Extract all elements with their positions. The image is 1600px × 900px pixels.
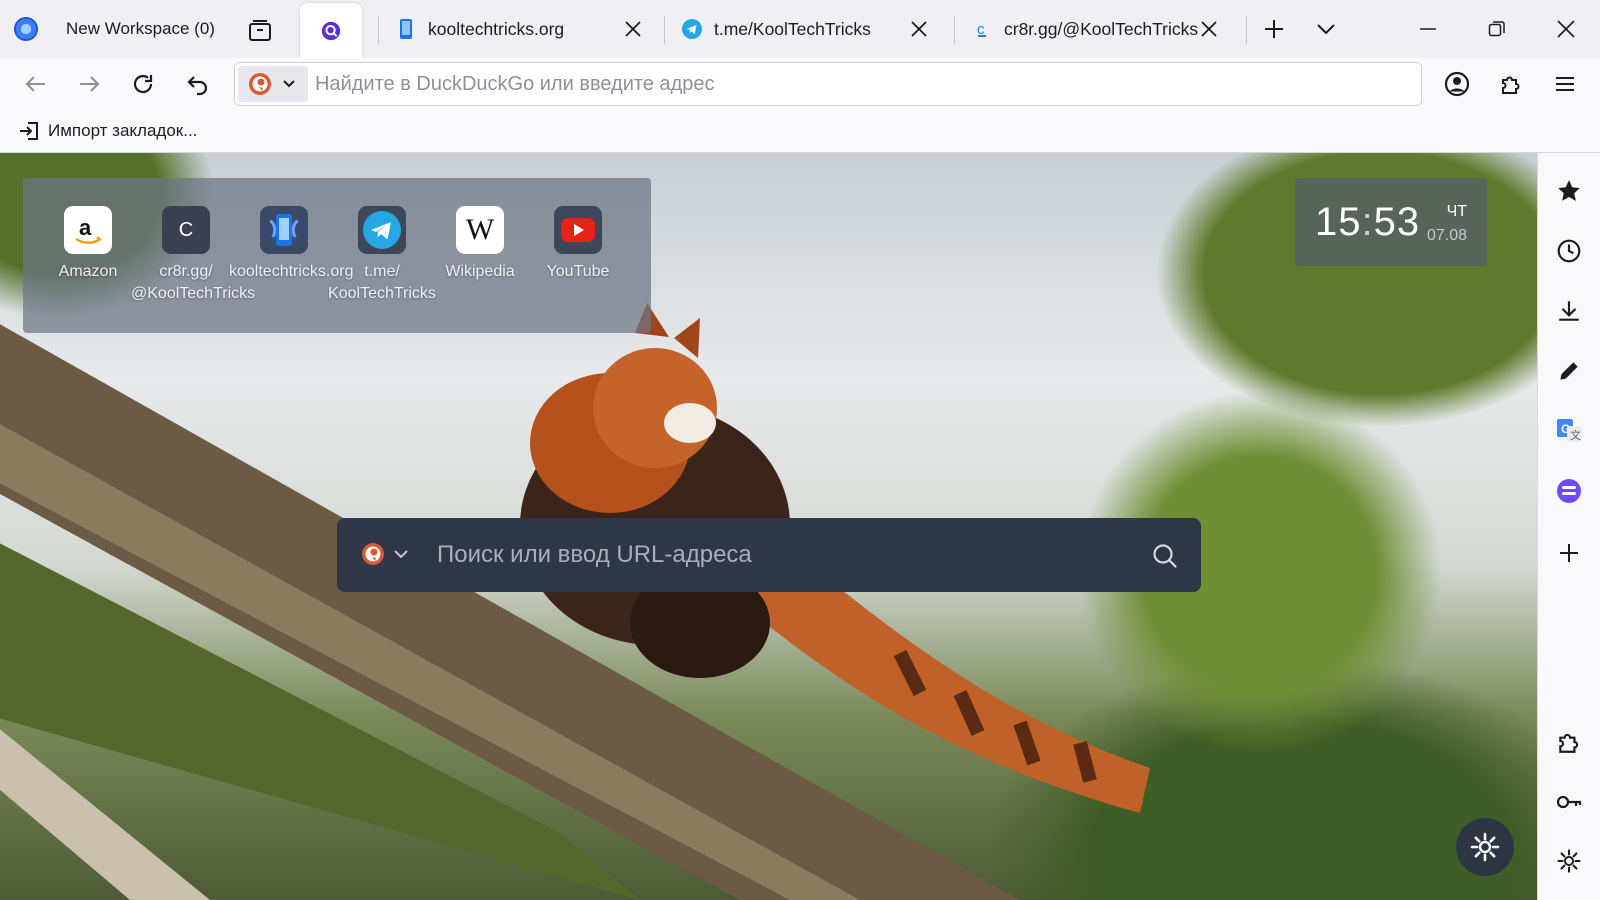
- clock-minutes: 53: [1373, 200, 1421, 244]
- tab-title: cr8r.gg/@KoolTechTricks: [1004, 18, 1199, 39]
- top-sites-panel: a Amazon C cr8r.gg/ @KoolTechTricks kool…: [23, 178, 651, 333]
- page-search-box: [337, 518, 1201, 592]
- tab-cr8r[interactable]: c cr8r.gg/@KoolTechTricks: [954, 0, 1230, 58]
- navigation-bar: [0, 58, 1600, 110]
- history-icon[interactable]: [1553, 235, 1585, 267]
- clock-widget: 15:53 ЧТ 07.08: [1295, 178, 1487, 266]
- new-tab-page: a Amazon C cr8r.gg/ @KoolTechTricks kool…: [0, 153, 1537, 900]
- shortcut-letter: W: [465, 213, 495, 246]
- extensions-puzzle-icon[interactable]: [1496, 69, 1526, 99]
- import-bookmarks-label: Импорт закладок...: [48, 121, 198, 140]
- search-input[interactable]: [437, 518, 1127, 592]
- shortcut-label: YouTube: [546, 263, 610, 280]
- forward-arrow-icon[interactable]: [74, 69, 104, 99]
- account-icon[interactable]: [1442, 69, 1472, 99]
- clock-time: 15:53: [1315, 200, 1420, 245]
- translate-icon[interactable]: G文: [1553, 415, 1585, 447]
- workspace-label[interactable]: New Workspace (0): [66, 19, 215, 39]
- tab-title: kooltechtricks.org: [428, 18, 565, 39]
- list-tabs-chevron-down-icon[interactable]: [1314, 17, 1338, 41]
- letter-c-icon: C: [162, 206, 210, 254]
- shortcut-letter: C: [178, 218, 194, 241]
- chevron-down-icon: [393, 546, 409, 562]
- pencil-icon[interactable]: [1553, 355, 1585, 387]
- search-engine-selector[interactable]: [238, 66, 308, 102]
- phone-icon: [260, 206, 308, 254]
- clock-separator: :: [1361, 200, 1374, 244]
- search-engine-selector[interactable]: [361, 542, 409, 566]
- minimize-icon[interactable]: [1416, 17, 1440, 41]
- close-tab-icon[interactable]: [622, 18, 644, 40]
- add-icon[interactable]: [1553, 537, 1585, 569]
- gear-icon[interactable]: [1553, 845, 1585, 877]
- import-bookmarks-button[interactable]: Импорт закладок...: [18, 120, 197, 142]
- shortcut-telegram[interactable]: t.me/ KoolTechTricks: [327, 206, 437, 305]
- shortcut-amazon[interactable]: a Amazon: [33, 206, 143, 283]
- lens-icon: [321, 21, 341, 41]
- shortcut-label: kooltechtricks.org: [229, 263, 354, 280]
- shortcut-wikipedia[interactable]: W Wikipedia: [425, 206, 535, 283]
- extensions-icon[interactable]: [1553, 726, 1585, 758]
- sidebar: G文: [1537, 153, 1600, 900]
- search-icon[interactable]: [1151, 542, 1179, 570]
- shortcut-youtube[interactable]: YouTube: [523, 206, 633, 283]
- proton-icon[interactable]: [1553, 475, 1585, 507]
- svg-text:a: a: [79, 215, 92, 240]
- close-tab-icon[interactable]: [1198, 18, 1220, 40]
- bookmarks-toolbar: Импорт закладок...: [0, 110, 1600, 153]
- shortcut-label: Wikipedia: [445, 263, 515, 280]
- address-bar: [234, 62, 1422, 106]
- tab-strip: New Workspace (0) kooltechtricks.org t.m…: [0, 0, 1600, 58]
- new-tab-icon[interactable]: [1262, 17, 1286, 41]
- telegram-icon: [682, 19, 702, 39]
- tab-separator: [1246, 16, 1247, 44]
- menu-hamburger-icon[interactable]: [1550, 69, 1580, 99]
- duckduckgo-icon: [361, 542, 385, 566]
- shortcut-kooltechtricks[interactable]: kooltechtricks.org: [229, 206, 354, 283]
- url-input[interactable]: [315, 63, 1395, 105]
- reload-icon[interactable]: [128, 69, 158, 99]
- close-tab-icon[interactable]: [908, 18, 930, 40]
- clock-hours: 15: [1315, 200, 1362, 244]
- clock-day: ЧТ: [1446, 203, 1467, 220]
- clock-date: 07.08: [1426, 227, 1467, 244]
- tab-telegram[interactable]: t.me/KoolTechTricks: [664, 0, 940, 58]
- undo-close-icon[interactable]: [183, 69, 213, 99]
- chevron-down-icon: [282, 77, 296, 91]
- tab-active[interactable]: [300, 3, 362, 58]
- phone-icon: [396, 19, 416, 39]
- amazon-icon: a: [64, 206, 112, 254]
- cr8r-icon: c: [972, 19, 992, 39]
- tab-title: t.me/KoolTechTricks: [714, 18, 871, 39]
- tab-kooltechtricks[interactable]: kooltechtricks.org: [378, 0, 654, 58]
- close-window-icon[interactable]: [1554, 17, 1578, 41]
- download-icon[interactable]: [1553, 295, 1585, 327]
- telegram-icon: [358, 206, 406, 254]
- shortcut-label: t.me/ KoolTechTricks: [328, 263, 436, 302]
- tab-manager-icon[interactable]: [247, 17, 273, 43]
- svg-text:文: 文: [1570, 428, 1581, 442]
- import-icon: [18, 120, 40, 142]
- duckduckgo-icon: [248, 72, 272, 96]
- back-arrow-icon[interactable]: [21, 69, 51, 99]
- youtube-icon: [554, 206, 602, 254]
- restore-icon[interactable]: [1485, 17, 1509, 41]
- shortcut-label: cr8r.gg/ @KoolTechTricks: [131, 263, 256, 302]
- shortcut-cr8r[interactable]: C cr8r.gg/ @KoolTechTricks: [131, 206, 256, 305]
- customize-page-gear-icon[interactable]: [1456, 818, 1514, 876]
- workspace-icon[interactable]: [14, 17, 38, 41]
- star-icon[interactable]: [1553, 175, 1585, 207]
- wikipedia-icon: W: [456, 206, 504, 254]
- shortcut-label: Amazon: [58, 263, 118, 280]
- key-icon[interactable]: [1553, 786, 1585, 818]
